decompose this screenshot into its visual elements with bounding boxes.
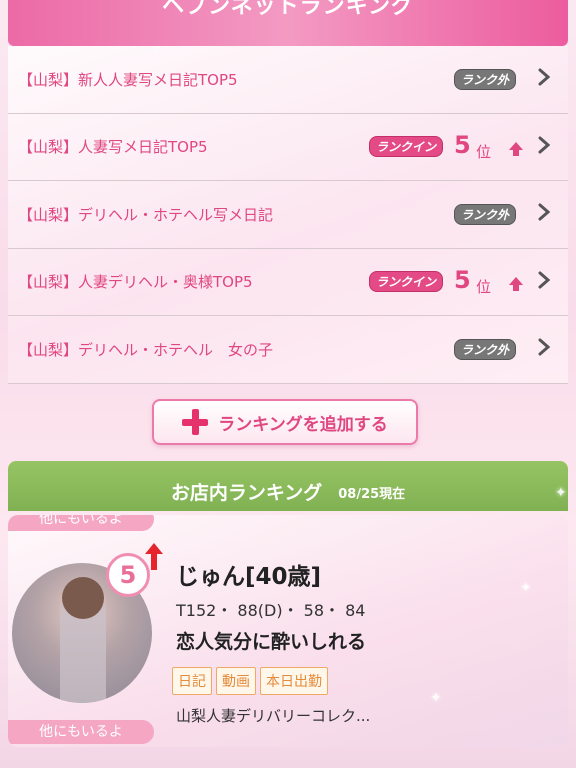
girl-catchphrase: 恋人気分に酔いしれる [176, 631, 367, 653]
ranking-row-label: 【山梨】人妻デリヘル・奥様TOP5 [18, 273, 253, 292]
rank-out-badge: ランク外 [453, 338, 516, 360]
girl-stats: T152・ 88(D)・ 58・ 84 [176, 601, 366, 620]
rank-out-badge: ランク外 [453, 68, 516, 90]
ranking-row-label: 【山梨】デリヘル・ホテヘル 女の子 [18, 340, 274, 359]
add-ranking-button[interactable]: ランキングを追加する [152, 399, 418, 445]
rank-unit: 位 [476, 277, 492, 296]
add-ranking-label: ランキングを追加する [218, 414, 388, 435]
rank-unit: 位 [476, 142, 492, 161]
girl-tags: 日記 動画 本日出勤 [172, 667, 328, 695]
chevron-right-icon [538, 68, 550, 86]
ranking-row-4[interactable]: 【山梨】人妻デリヘル・奥様TOP5 ランクイン 5 位 [8, 249, 568, 316]
store-ranking-header: お店内ランキング 08/25現在 [8, 461, 568, 511]
arrow-up-icon [509, 276, 523, 291]
ranking-row-label: 【山梨】人妻写メ日記TOP5 [18, 138, 208, 157]
chevron-right-icon [538, 338, 550, 356]
store-ranking-date: 08/25現在 [338, 487, 406, 502]
chevron-right-icon [538, 203, 550, 221]
ranking-row-2[interactable]: 【山梨】人妻写メ日記TOP5 ランクイン 5 位 [8, 114, 568, 181]
rank-in-badge: ランクイン [369, 271, 444, 293]
tag-working-today: 本日出勤 [260, 667, 328, 695]
ranking-row-label: 【山梨】新人人妻写メ日記TOP5 [18, 70, 238, 89]
others-tag[interactable]: 他にもいるよ [8, 515, 154, 531]
plus-icon [182, 409, 209, 435]
chevron-right-icon [538, 136, 550, 153]
rank-in-badge: ランクイン [369, 136, 444, 158]
arrow-up-icon [145, 543, 163, 570]
girl-name[interactable]: じゅん[40歳] [176, 557, 321, 591]
ranking-row-3[interactable]: 【山梨】デリヘル・ホテヘル写メ日記 ランク外 [8, 181, 568, 249]
ranking-row-1[interactable]: 【山梨】新人人妻写メ日記TOP5 ランク外 [8, 46, 568, 114]
photo-hair [62, 577, 104, 619]
rank-number: 5 [454, 130, 471, 159]
rank-number: 5 [454, 265, 471, 294]
ranking-row-5[interactable]: 【山梨】デリヘル・ホテヘル 女の子 ランク外 [8, 316, 568, 384]
sparkle-decoration: ✦ [555, 485, 567, 501]
rank-out-badge: ランク外 [453, 203, 516, 225]
tag-video[interactable]: 動画 [216, 667, 256, 695]
ranking-row-label: 【山梨】デリヘル・ホテヘル写メ日記 [18, 205, 274, 224]
sparkle-decoration: ✦ [520, 580, 532, 596]
others-tag[interactable]: 他にもいるよ [8, 720, 154, 744]
heaven-ranking-header: ヘブンネットランキング [8, 0, 568, 46]
heaven-ranking-title: ヘブンネットランキング [162, 0, 414, 19]
chevron-right-icon [538, 271, 550, 288]
arrow-up-icon [509, 141, 523, 156]
ranking-list: 【山梨】新人人妻写メ日記TOP5 ランク外 【山梨】人妻写メ日記TOP5 ランク… [8, 46, 568, 384]
sparkle-decoration: ✦ [430, 690, 442, 706]
girl-store-name[interactable]: 山梨人妻デリバリーコレク... [176, 705, 370, 726]
girl-card[interactable]: 他にもいるよ 5 じゅん[40歳] T152・ 88(D)・ 58・ 84 恋人… [8, 515, 568, 747]
store-ranking-title: お店内ランキング [170, 481, 323, 504]
tag-diary[interactable]: 日記 [172, 667, 212, 695]
